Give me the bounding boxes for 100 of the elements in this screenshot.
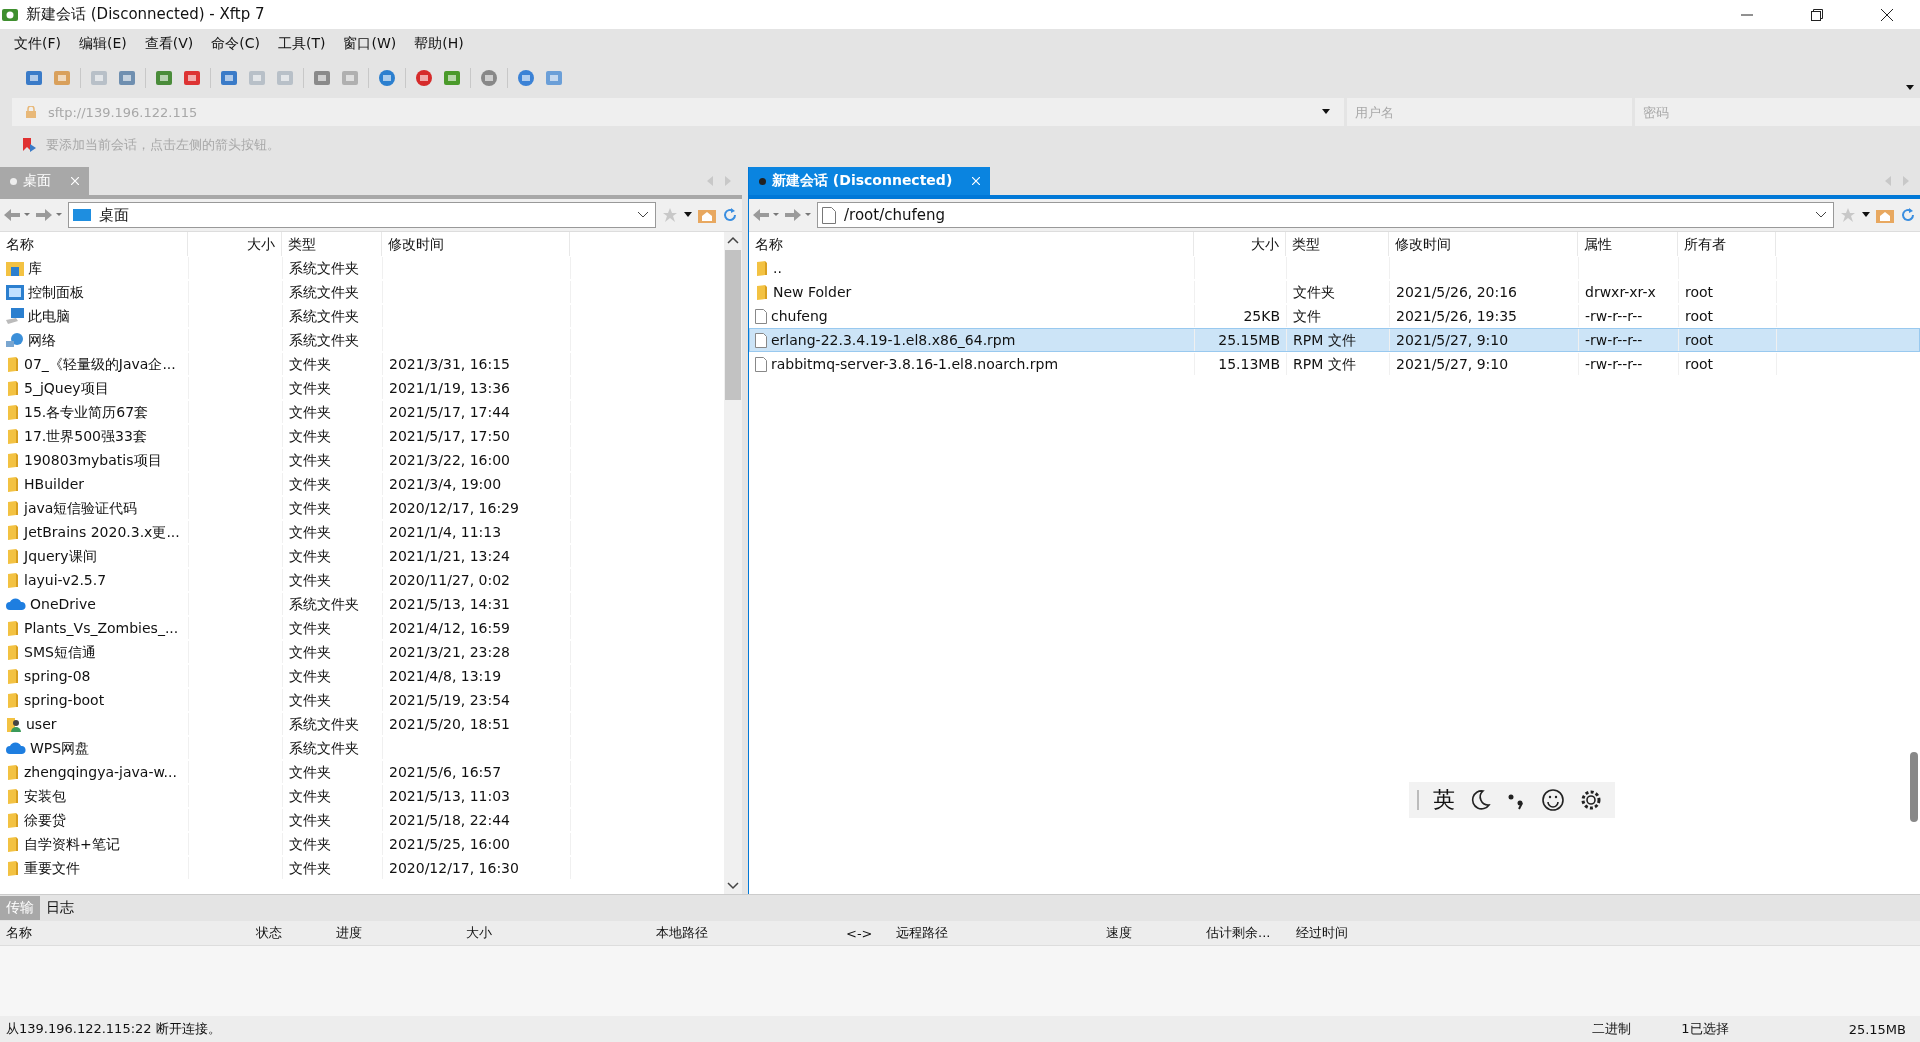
menu-item[interactable]: 工具(T) [276,33,328,55]
file-name[interactable]: 自学资料+笔记 [24,833,120,855]
file-name[interactable]: 此电脑 [28,305,70,327]
chevron-down-icon[interactable] [637,211,649,219]
column-header[interactable]: 类型 [1286,232,1389,256]
table-cell: 文件 [1293,308,1321,324]
file-name[interactable]: erlang-22.3.4.19-1.el8.x86_64.rpm [771,329,1016,351]
file-name[interactable]: rabbitmq-server-3.8.16-1.el8.noarch.rpm [771,353,1059,375]
back-icon[interactable] [4,208,30,222]
file-name[interactable]: Plants_Vs_Zombies_... [24,617,179,639]
column-header[interactable]: 本地路径 [650,924,840,942]
file-name[interactable]: 重要文件 [24,857,80,879]
file-name[interactable]: 控制面板 [28,281,84,303]
file-name[interactable]: user [26,713,57,735]
column-header[interactable]: 大小 [188,232,282,256]
column-header[interactable]: 类型 [282,232,382,256]
column-header[interactable]: 远程路径 [890,924,1100,942]
menu-item[interactable]: 查看(V) [142,33,196,55]
file-name[interactable]: 17.世界500强33套 [24,425,147,447]
scroll-up-icon[interactable] [727,236,739,244]
path-field[interactable]: 桌面 [68,202,656,228]
bookmark-arrow-icon[interactable] [22,137,38,153]
file-name[interactable]: 07_《轻量级的Java企... [24,353,176,375]
menu-item[interactable]: 文件(F) [12,33,63,55]
dropdown-caret-icon[interactable] [1322,109,1330,115]
file-name[interactable]: 库 [28,257,42,279]
table-cell: 系统文件夹 [289,284,359,300]
table-cell: 文件夹 [289,548,331,564]
file-name[interactable]: OneDrive [30,593,96,615]
table-cell: 2020/12/17, 16:29 [389,500,519,516]
session-tab[interactable]: 新建会话 (Disconnected) [749,167,991,195]
moon-icon[interactable] [1469,789,1491,811]
menu-item[interactable]: 命令(C) [209,33,262,55]
scroll-thumb[interactable] [725,250,741,400]
file-name[interactable]: SMS短信通 [24,641,96,663]
table-cell: 2021/5/26, 20:16 [1396,284,1518,300]
menu-item[interactable]: 窗口(W) [341,33,399,55]
path-field[interactable]: /root/chufeng [817,202,1834,228]
column-header[interactable]: 名称 [0,232,188,256]
file-name[interactable]: 15.各专业简历67套 [24,401,149,423]
file-name[interactable]: 安装包 [24,785,66,807]
file-name[interactable]: Jquery课间 [24,545,97,567]
file-name[interactable]: New Folder [773,281,852,303]
file-name[interactable]: spring-08 [24,665,91,687]
chevron-down-icon[interactable] [1815,211,1827,219]
ime-mode[interactable]: 英 [1433,785,1455,815]
emoji-icon[interactable] [1541,788,1565,812]
home-folder-icon[interactable] [1876,207,1894,223]
refresh-icon[interactable] [722,207,738,223]
column-header[interactable]: 进度 [330,924,460,942]
column-header[interactable]: 状态 [250,924,330,942]
column-header[interactable]: 名称 [0,924,250,942]
vertical-scrollbar[interactable] [724,232,742,894]
restore-icon[interactable] [1810,7,1824,22]
side-handle[interactable] [1910,752,1918,822]
file-name[interactable]: 5_jQuey项目 [24,377,109,399]
caret-icon[interactable] [1862,212,1870,218]
file-name[interactable]: 徐要贷 [24,809,66,831]
table-cell: 系统文件夹 [289,716,359,732]
refresh-icon[interactable] [1900,207,1916,223]
menu-item[interactable]: 帮助(H) [412,33,466,55]
column-header[interactable]: 所有者 [1678,232,1776,256]
column-header[interactable]: 速度 [1100,924,1200,942]
overflow-caret-icon[interactable] [1906,85,1914,91]
window-title: 新建会话 (Disconnected) - Xftp 7 [26,5,265,24]
column-header[interactable]: 估计剩余... [1200,924,1290,942]
username-field[interactable]: 用户名 [1347,98,1632,126]
file-name[interactable]: WPS网盘 [30,737,90,759]
file-name[interactable]: .. [773,257,782,279]
selected-row[interactable]: erlang-22.3.4.19-1.el8.x86_64.rpm 25.15MB RPM 文件 2021/5/27, 9:10 -rw-r--r-- root [749,328,1920,352]
column-header[interactable]: 大小 [460,924,650,942]
menu-item[interactable]: 编辑(E) [77,33,129,55]
caret-icon[interactable] [684,212,692,218]
forward-icon[interactable] [785,208,811,222]
scroll-down-icon[interactable] [727,882,739,890]
file-name[interactable]: spring-boot [24,689,105,711]
bottom-tab[interactable]: 日志 [40,896,80,920]
file-name[interactable]: zhengqingya-java-w... [24,761,177,783]
column-header[interactable]: 名称 [749,232,1194,256]
file-name[interactable]: 网络 [28,329,56,351]
file-name[interactable]: java短信验证代码 [24,497,138,519]
back-icon[interactable] [753,208,779,222]
column-header[interactable]: 经过时间 [1290,924,1380,942]
column-header[interactable]: <-> [840,925,890,941]
forward-icon[interactable] [36,208,62,222]
star-icon[interactable] [1840,207,1856,223]
file-name[interactable]: HBuilder [24,473,85,495]
star-icon[interactable] [662,207,678,223]
column-header[interactable]: 属性 [1578,232,1678,256]
close-icon[interactable] [1880,7,1894,22]
column-header[interactable]: 大小 [1194,232,1286,256]
password-field[interactable]: 密码 [1635,98,1920,126]
file-name[interactable]: 190803mybatis项目 [24,449,162,471]
column-header[interactable]: 修改时间 [382,232,570,256]
desktop-icon [73,208,91,222]
file-name[interactable]: chufeng [771,305,828,327]
column-header[interactable]: 修改时间 [1389,232,1578,256]
file-name[interactable]: JetBrains 2020.3.x更... [24,521,180,543]
home-folder-icon[interactable] [698,207,716,223]
file-name[interactable]: layui-v2.5.7 [24,569,107,591]
